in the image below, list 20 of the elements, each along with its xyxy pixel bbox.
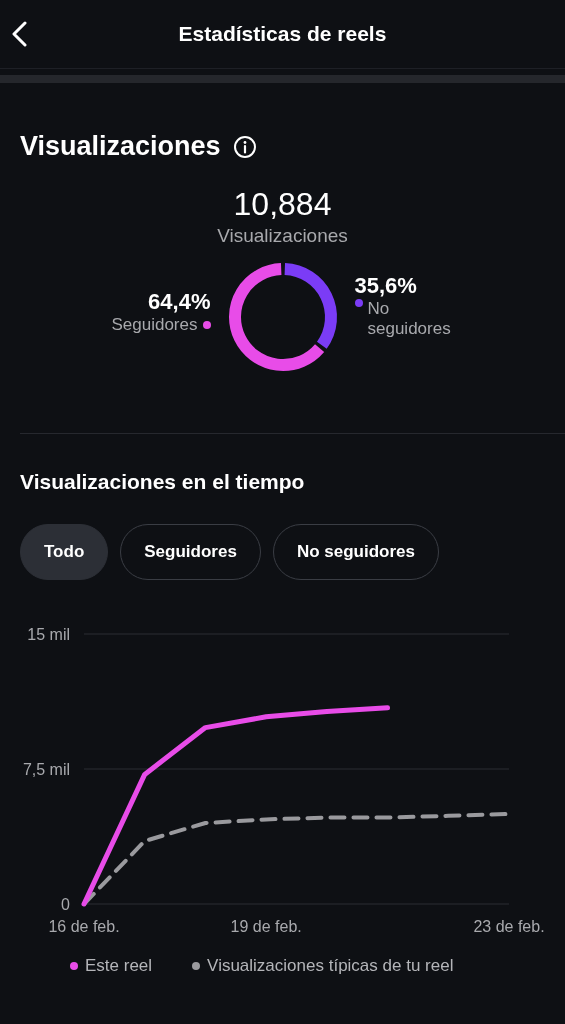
- percent-value: 35,6%: [354, 273, 417, 299]
- y-axis-label: 7,5 mil: [22, 760, 70, 778]
- x-axis-label: 19 de feb.: [230, 918, 302, 935]
- total-label: Visualizaciones: [216, 225, 349, 247]
- info-icon[interactable]: [232, 134, 257, 159]
- y-axis-label: 0: [61, 895, 70, 913]
- back-icon[interactable]: [10, 21, 28, 47]
- legend-label: Este reel: [85, 956, 153, 976]
- x-axis-label: 16 de feb.: [48, 918, 120, 935]
- screen-title: Estadísticas de reels: [178, 22, 387, 46]
- section-title: Visualizaciones: [20, 131, 221, 162]
- section-title: Visualizaciones en el tiempo: [19, 470, 306, 494]
- legend-label: Visualizaciones típicas de tu reel: [207, 956, 454, 976]
- total-views: 10,884: [232, 186, 333, 223]
- filter-tab[interactable]: Todo: [20, 524, 109, 580]
- segment-label: No seguidores: [367, 299, 452, 339]
- x-axis-label: 23 de feb.: [473, 918, 545, 935]
- y-axis-label: 15 mil: [27, 625, 70, 643]
- segment-label: Seguidores: [111, 315, 198, 335]
- percent-value: 64,4%: [148, 289, 211, 315]
